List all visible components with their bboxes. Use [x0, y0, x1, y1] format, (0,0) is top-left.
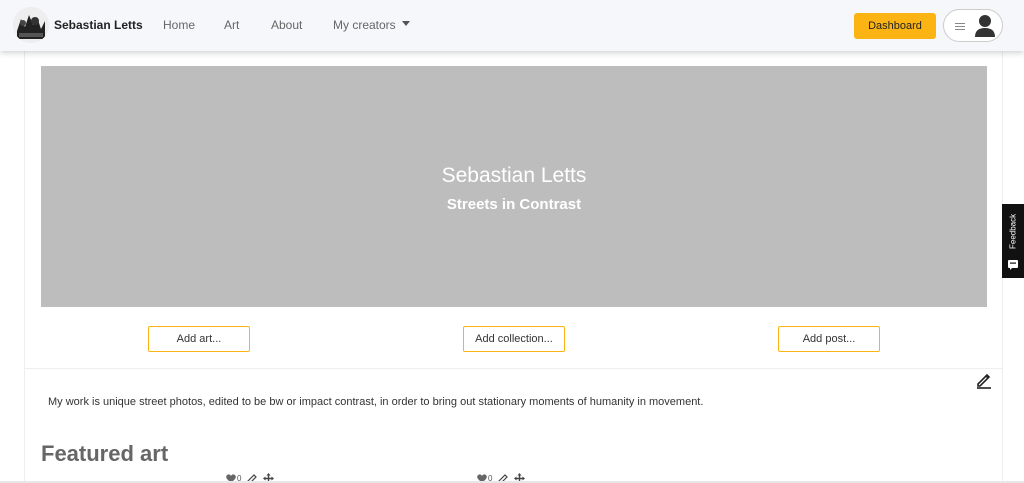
add-collection-button[interactable]: Add collection... — [463, 326, 565, 352]
banner-title: Sebastian Letts — [441, 164, 587, 187]
nav-home-link[interactable]: Home — [163, 18, 195, 32]
banner-subtitle: Streets in Contrast — [446, 196, 582, 213]
hamburger-icon — [955, 23, 965, 32]
top-navbar: Sebastian Letts Home Art About My creato… — [0, 0, 1024, 51]
brand-logo[interactable] — [13, 7, 49, 43]
feedback-tab[interactable]: Feedback — [1002, 204, 1024, 278]
caret-down-icon[interactable] — [402, 21, 410, 26]
add-art-button[interactable]: Add art... — [148, 326, 250, 352]
add-post-button[interactable]: Add post... — [778, 326, 880, 352]
pencil-icon[interactable] — [975, 371, 993, 389]
dashboard-button[interactable]: Dashboard — [854, 13, 936, 39]
user-menu-button[interactable] — [943, 9, 1003, 42]
feedback-label: Feedback — [1008, 213, 1018, 249]
section-divider — [24, 368, 1003, 369]
featured-art-heading: Featured art — [41, 441, 169, 466]
nav-about-link[interactable]: About — [271, 18, 302, 32]
chat-icon — [1008, 260, 1018, 270]
nav-art-link[interactable]: Art — [224, 18, 239, 32]
profile-bio: My work is unique street photos, edited … — [48, 396, 704, 408]
profile-banner: Sebastian Letts Streets in Contrast — [41, 66, 987, 307]
brand-name[interactable]: Sebastian Letts — [54, 18, 143, 32]
user-icon — [975, 15, 995, 37]
nav-my-creators-link[interactable]: My creators — [333, 18, 396, 32]
